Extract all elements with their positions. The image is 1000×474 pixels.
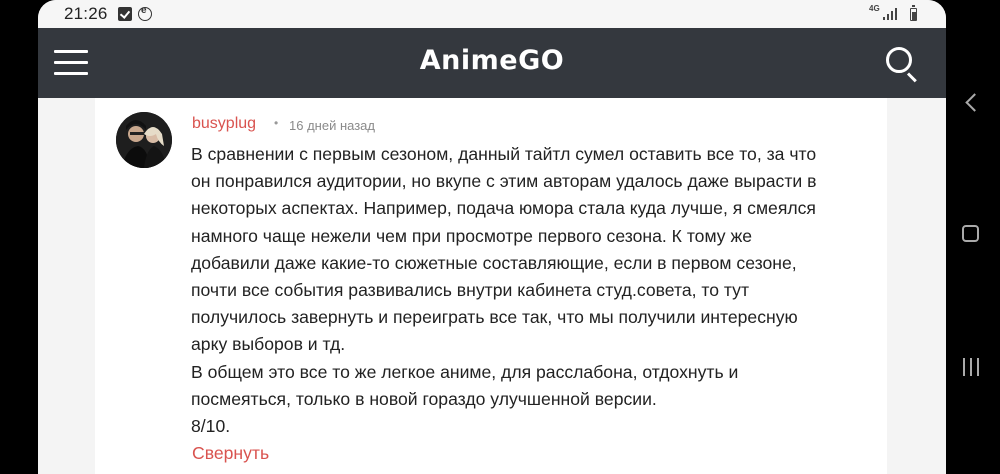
battery-icon [910, 5, 917, 21]
comment-line: посмеяться, только в новой гораздо улучш… [191, 388, 657, 409]
status-time: 21:26 [64, 4, 108, 23]
collapse-link[interactable]: Свернуть [192, 443, 269, 464]
comment-line: В сравнении с первым сезоном, данный тай… [191, 144, 817, 164]
comment-timestamp: 16 дней назад [289, 118, 375, 133]
comment-line: получилось завернуть и переиграть все та… [191, 307, 798, 328]
search-icon[interactable] [884, 46, 920, 83]
avatar[interactable] [116, 112, 172, 168]
recents-icon[interactable] [961, 358, 981, 376]
separator-dot: • [274, 116, 279, 130]
comment-text: В сравнении с первым сезоном, данный тай… [191, 141, 881, 440]
check-icon [118, 7, 132, 21]
comment-line: арку выборов и тд. [191, 334, 346, 355]
status-bar: 21:26 4G [38, 0, 946, 28]
e-icon [138, 5, 152, 21]
comment-card: busyplug • 16 дней назад В сравнении с п… [95, 98, 887, 474]
comment-line: почти все события развивались внутри каб… [191, 280, 750, 301]
comment-line: намного чаще нежели чем при просмотре пе… [191, 225, 752, 246]
app-logo[interactable]: AnimeGO [38, 45, 946, 76]
signal-icon [883, 8, 899, 20]
phone-screen: 21:26 4G AnimeGO [38, 0, 946, 474]
app-header: AnimeGO [38, 28, 946, 98]
comment-line: добавили даже какие-то сюжетные составля… [191, 252, 797, 273]
home-icon[interactable] [962, 225, 979, 242]
comment-line: 8/10. [191, 416, 231, 437]
back-icon[interactable] [960, 88, 984, 118]
network-type-label: 4G [869, 4, 880, 13]
comment-line: он понравился аудитории, но вкупе с этим… [191, 171, 817, 192]
comment-line: некоторых аспектах. Например, подача юмо… [191, 198, 816, 219]
comment-line: В общем это все то же легкое аниме, для … [191, 361, 739, 382]
comment-author-link[interactable]: busyplug [192, 115, 256, 133]
